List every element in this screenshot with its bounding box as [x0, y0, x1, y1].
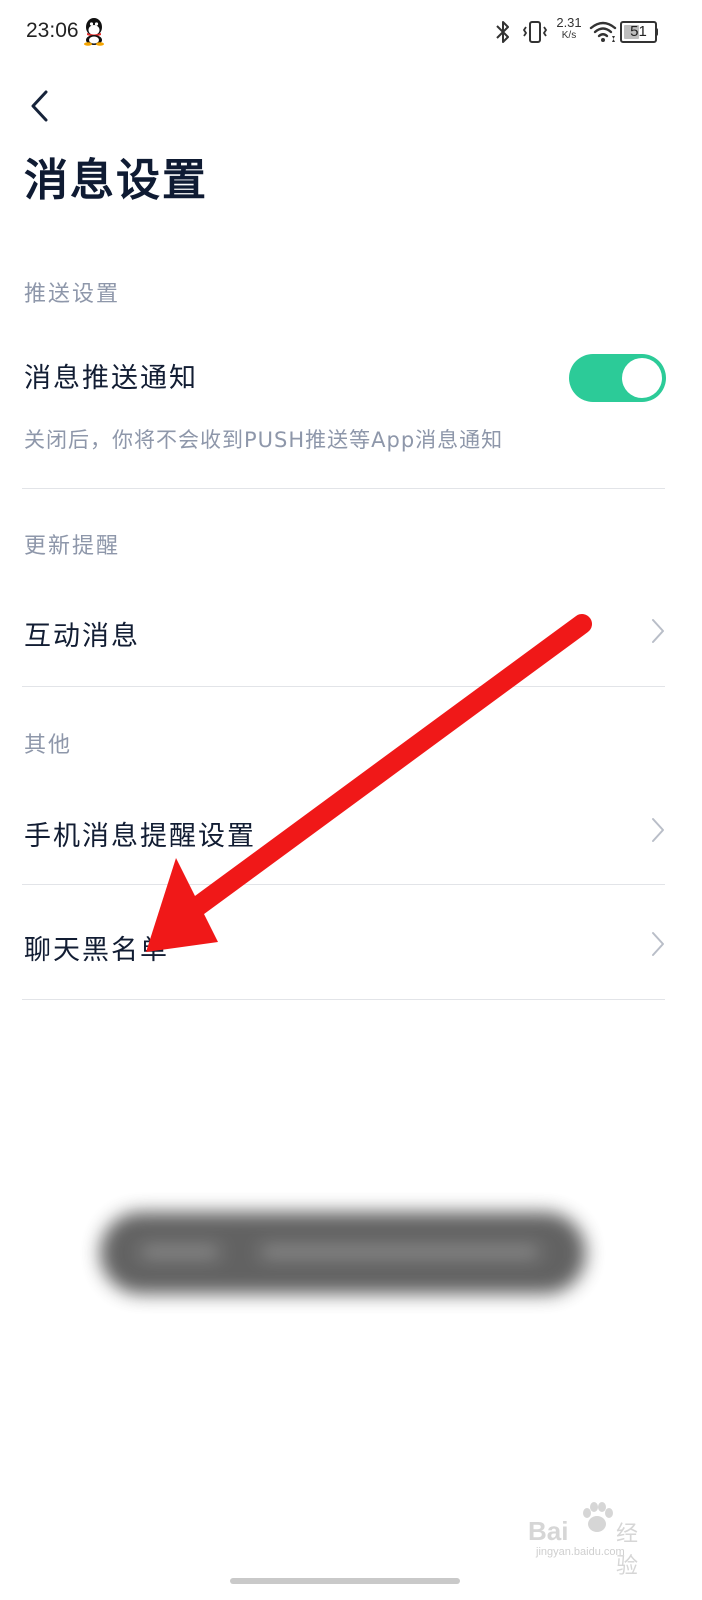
network-speed-unit: K/s [561, 30, 577, 41]
vibrate-icon [522, 21, 548, 43]
page-title: 消息设置 [24, 155, 208, 206]
toggle-knob [622, 358, 662, 398]
interaction-messages-row[interactable]: 互动消息 [0, 586, 702, 686]
section-header-update: 更新提醒 [24, 534, 121, 559]
chevron-right-icon [652, 932, 664, 956]
battery-cap [655, 28, 658, 36]
chat-blacklist-label: 聊天黑名单 [24, 935, 169, 966]
battery-level: 51 [630, 23, 647, 40]
interaction-messages-label: 互动消息 [24, 621, 140, 652]
paw-icon [583, 1502, 613, 1532]
phone-notification-settings-row[interactable]: 手机消息提醒设置 [0, 786, 702, 884]
divider [22, 999, 665, 1000]
back-button[interactable] [20, 84, 60, 128]
section-header-other: 其他 [24, 733, 73, 758]
chevron-right-icon [652, 818, 664, 842]
home-indicator[interactable] [230, 1578, 460, 1584]
chat-blacklist-row[interactable]: 聊天黑名单 [0, 885, 702, 999]
watermark-brand: Bai [528, 1516, 569, 1546]
blurred-toast [100, 1212, 586, 1294]
push-notification-toggle[interactable] [569, 354, 666, 402]
watermark-url: jingyan.baidu.com [536, 1546, 625, 1558]
wifi-icon [589, 21, 617, 42]
bluetooth-icon [496, 21, 509, 43]
qq-icon [84, 18, 104, 46]
status-bar: 23:06 2.31 K/s 51 [0, 0, 702, 64]
network-speed: 2.31 K/s [552, 16, 586, 41]
network-speed-value: 2.31 [556, 15, 582, 30]
divider [22, 686, 665, 687]
chevron-right-icon [652, 619, 664, 643]
battery-icon: 51 [620, 21, 658, 43]
baidu-jingyan-watermark: Bai 经验 jingyan.baidu.com [528, 1500, 658, 1579]
section-header-push: 推送设置 [24, 282, 121, 307]
phone-notification-settings-label: 手机消息提醒设置 [24, 821, 256, 852]
push-notification-label: 消息推送通知 [24, 363, 198, 394]
push-notification-description: 关闭后，你将不会收到PUSH推送等App消息通知 [24, 428, 504, 452]
status-time: 23:06 [26, 19, 79, 42]
divider [22, 488, 665, 489]
